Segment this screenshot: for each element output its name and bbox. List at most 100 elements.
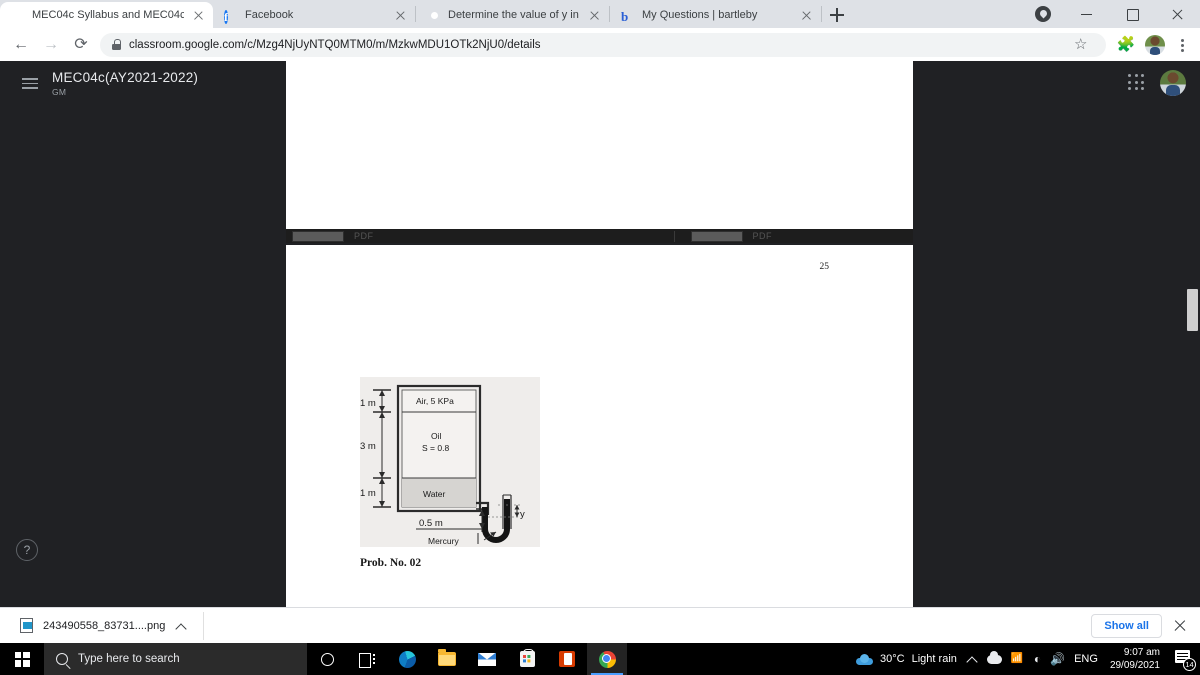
extensions-icon[interactable]: 🧩	[1112, 31, 1140, 59]
windows-taskbar: Type here to search 30°C Light rain 📶 ◐ …	[0, 643, 1200, 675]
facebook-icon: f	[224, 10, 228, 24]
download-file-name: 243490558_83731....png	[43, 619, 166, 632]
avatar[interactable]	[1160, 70, 1186, 96]
browser-tab-1[interactable]: MEC04c Syllabus and MEC04c Le	[0, 2, 213, 28]
browser-tab-4-title: My Questions | bartleby	[642, 9, 758, 21]
file-explorer-icon[interactable]	[427, 643, 467, 675]
wifi-icon[interactable]: ◐	[1034, 652, 1041, 666]
browser-tab-2-title: Facebook	[245, 9, 294, 21]
classroom-page: MEC04c(AY2021-2022) GM ? PDF PDF 25 1 m …	[0, 61, 1200, 607]
taskbar-clock[interactable]: 9:07 am 29/09/2021	[1110, 646, 1160, 672]
label-depth-air: 1 m	[360, 398, 376, 409]
attachment-card-1[interactable]: PDF	[292, 230, 374, 242]
page-title: MEC04c(AY2021-2022)	[52, 69, 199, 85]
figure-manometer-diagram: 1 m 3 m 1 m Air, 5 KPa Oil S = 0.8 Water…	[360, 377, 540, 547]
browser-tab-4-close-icon[interactable]	[799, 8, 813, 22]
volume-icon[interactable]: 🔊	[1050, 652, 1065, 666]
back-button[interactable]: ←	[6, 30, 36, 60]
browser-tab-1-close-icon[interactable]	[191, 8, 205, 22]
show-all-button[interactable]: Show all	[1091, 613, 1162, 638]
browser-tab-2[interactable]: f Facebook	[213, 2, 415, 28]
bartleby-icon: b	[621, 9, 629, 24]
download-bar: 243490558_83731....png Show all	[0, 607, 1200, 643]
bookmark-star-icon[interactable]: ☆	[1068, 32, 1094, 58]
hamburger-menu-icon[interactable]	[14, 67, 46, 99]
office-icon[interactable]	[547, 643, 587, 675]
forward-button[interactable]: →	[36, 30, 66, 60]
label-oil-sg: S = 0.8	[422, 443, 449, 453]
viewer-main-pane: 25 1 m 3 m 1 m Air, 5 KPa Oil S = 0.8 Wa…	[286, 245, 913, 607]
window-controls	[1020, 0, 1200, 28]
clock-date: 29/09/2021	[1109, 660, 1160, 671]
profile-pin-icon[interactable]	[1020, 0, 1065, 28]
chevron-up-icon[interactable]	[175, 620, 187, 632]
classroom-title-block: MEC04c(AY2021-2022) GM	[52, 70, 198, 97]
weather-widget[interactable]: 30°C Light rain	[856, 653, 957, 665]
browser-tab-3-title: Determine the value of y in the m	[448, 9, 580, 21]
network-icon[interactable]: 📶	[1011, 653, 1025, 665]
attachment-strip: PDF PDF	[286, 229, 913, 243]
close-download-bar-icon[interactable]	[1172, 618, 1188, 634]
taskbar-search-placeholder: Type here to search	[78, 653, 180, 665]
page-subtitle: GM	[52, 86, 67, 97]
classroom-icon	[11, 8, 25, 22]
cortana-icon[interactable]	[307, 643, 347, 675]
attachment-label: PDF	[354, 231, 374, 241]
download-item[interactable]: 243490558_83731....png	[8, 611, 205, 640]
edge-icon[interactable]	[387, 643, 427, 675]
browser-tab-1-title: MEC04c Syllabus and MEC04c Le	[32, 9, 184, 21]
browser-toolbar: ← → ⟳ classroom.google.com/c/Mzg4NjUyNTQ…	[0, 28, 1200, 61]
label-oil: Oil	[431, 431, 442, 441]
label-unknown-y: y	[520, 509, 525, 520]
star-glyph: ☆	[1074, 35, 1088, 53]
onedrive-icon[interactable]	[986, 650, 1002, 664]
page-scrollbar-thumb[interactable]	[1187, 289, 1198, 331]
page-number: 25	[819, 262, 830, 272]
chrome-icon[interactable]	[587, 643, 627, 675]
attachment-thumbnail	[690, 230, 743, 242]
task-view-icon[interactable]	[347, 643, 387, 675]
label-air: Air, 5 KPa	[416, 396, 454, 406]
google-apps-grid-icon[interactable]	[1128, 74, 1146, 92]
problem-label: Prob. No. 02	[360, 557, 422, 569]
viewer-top-pane	[286, 61, 913, 229]
maximize-icon[interactable]	[1110, 0, 1155, 28]
profile-avatar[interactable]	[1145, 34, 1165, 55]
attachment-card-2[interactable]: PDF	[690, 230, 773, 242]
browser-tab-3-close-icon[interactable]	[587, 8, 601, 22]
address-bar[interactable]: classroom.google.com/c/Mzg4NjUyNTQ0MTM0/…	[100, 32, 1106, 58]
weather-temperature: 30°C	[880, 653, 905, 665]
image-file-icon	[20, 618, 33, 633]
new-tab-button[interactable]	[824, 2, 850, 28]
browser-tab-2-close-icon[interactable]	[393, 8, 407, 22]
clock-time: 9:07 am	[1123, 647, 1160, 658]
taskbar-search-input[interactable]: Type here to search	[44, 643, 307, 675]
reload-button[interactable]: ⟳	[66, 30, 96, 60]
download-bar-actions: Show all	[1091, 613, 1200, 638]
attachment-thumbnail	[292, 230, 344, 242]
rain-cloud-icon	[856, 653, 874, 665]
help-icon[interactable]: ?	[16, 539, 38, 561]
language-indicator[interactable]: ENG	[1074, 653, 1098, 665]
weather-description: Light rain	[911, 653, 957, 665]
document-viewer: PDF PDF 25 1 m 3 m 1 m Air, 5 KPa Oil S …	[286, 61, 913, 607]
attachment-label: PDF	[752, 231, 772, 241]
classroom-header-actions	[1128, 70, 1186, 96]
label-depth-water: 1 m	[360, 488, 376, 499]
mail-icon[interactable]	[467, 643, 507, 675]
url-text: classroom.google.com/c/Mzg4NjUyNTQ0MTM0/…	[129, 38, 541, 51]
windows-start-icon[interactable]	[0, 643, 44, 675]
browser-tab-3[interactable]: Determine the value of y in the m	[416, 2, 609, 28]
notifications-icon[interactable]: 14	[1174, 649, 1196, 671]
show-hidden-icons-icon[interactable]	[966, 653, 978, 665]
label-depth-oil: 3 m	[360, 441, 376, 452]
google-icon	[427, 8, 441, 22]
minimize-icon[interactable]	[1065, 0, 1110, 28]
page-scrollbar-track[interactable]	[1186, 122, 1200, 607]
microsoft-store-icon[interactable]	[507, 643, 547, 675]
close-icon[interactable]	[1155, 0, 1200, 28]
label-offset: 0.5 m	[419, 518, 443, 529]
system-tray: 30°C Light rain 📶 ◐ 🔊 ENG 9:07 am 29/09/…	[856, 643, 1200, 675]
browser-tab-4[interactable]: b My Questions | bartleby	[610, 2, 821, 28]
kebab-menu-icon[interactable]	[1170, 31, 1194, 59]
